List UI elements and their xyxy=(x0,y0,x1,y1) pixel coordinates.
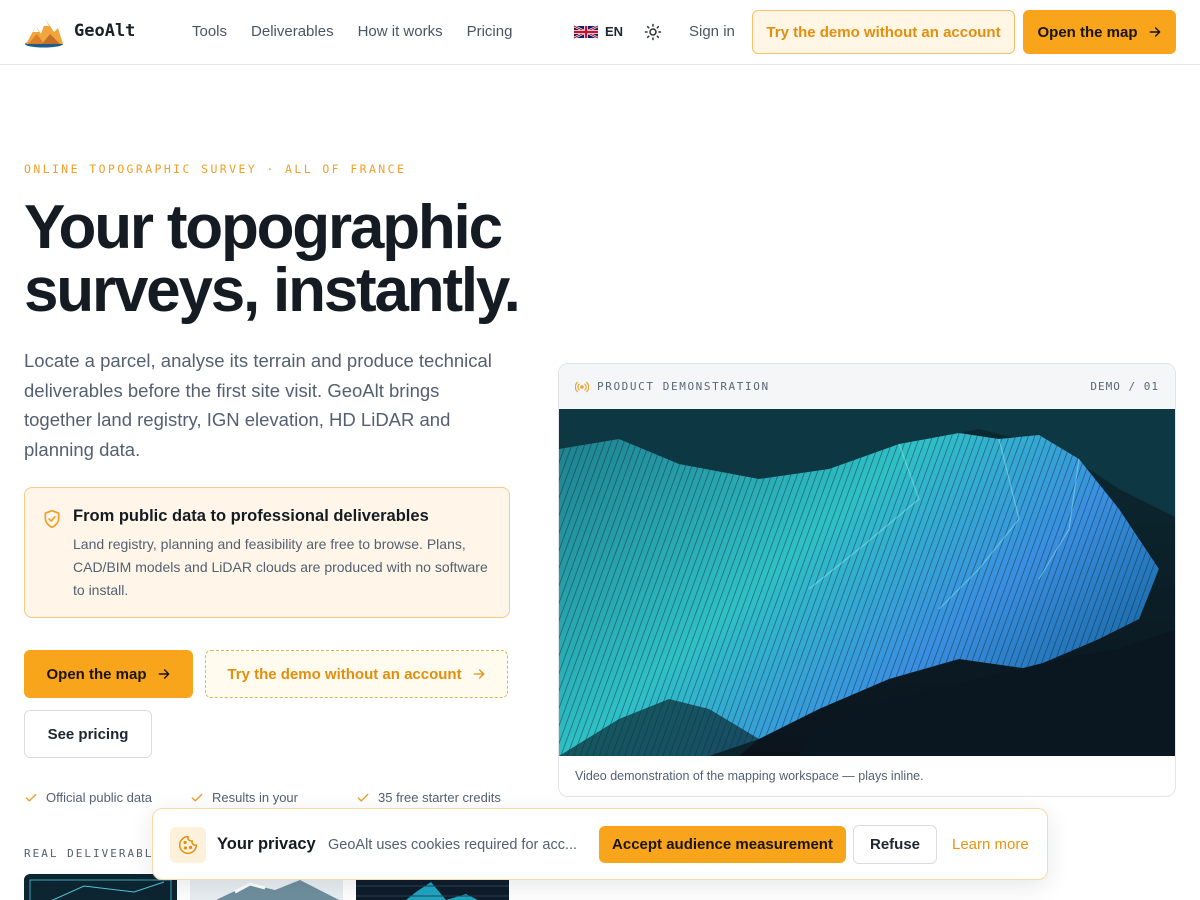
open-map-label: Open the map xyxy=(1037,23,1138,41)
nav-how-it-works[interactable]: How it works xyxy=(358,23,443,40)
feature-callout: From public data to professional deliver… xyxy=(24,487,510,618)
uk-flag-icon xyxy=(574,24,598,39)
check-item: Results in your xyxy=(190,790,356,805)
brand-logo[interactable]: GeoAlt xyxy=(24,14,135,48)
hero-open-map-label: Open the map xyxy=(46,665,147,683)
see-pricing-label: See pricing xyxy=(47,725,129,743)
shield-check-icon xyxy=(44,509,60,529)
check-item-label: 35 free starter credits xyxy=(378,790,501,805)
language-switcher[interactable]: EN xyxy=(574,24,623,39)
learn-more-link[interactable]: Learn more xyxy=(952,836,1029,853)
check-icon xyxy=(357,793,369,802)
arrow-right-icon xyxy=(1149,27,1160,37)
hero-open-map-button[interactable]: Open the map xyxy=(24,650,193,698)
hero-title-line1: Your topographic xyxy=(24,193,503,262)
hero-lead: Locate a parcel, analyse its terrain and… xyxy=(24,350,492,460)
check-item-label: Official public data xyxy=(46,790,152,805)
refuse-cookies-label: Refuse xyxy=(869,836,921,853)
accept-cookies-button[interactable]: Accept audience measurement xyxy=(599,826,846,863)
brand-name: GeoAlt xyxy=(74,21,136,41)
demo-caption: Video demonstration of the mapping works… xyxy=(575,769,924,783)
hero-title: Your topographic surveys, instantly. xyxy=(24,196,544,322)
hero-try-demo-label: Try the demo without an account xyxy=(227,665,462,683)
hero-title-line2: surveys, instantly. xyxy=(24,256,521,325)
sun-icon xyxy=(644,23,662,41)
refuse-cookies-button[interactable]: Refuse xyxy=(853,825,937,864)
arrow-right-icon xyxy=(473,669,484,679)
cookie-banner: Your privacy GeoAlt uses cookies require… xyxy=(152,808,1048,880)
deliverable-thumbnail[interactable] xyxy=(24,874,177,900)
cookie-text: GeoAlt uses cookies required for acc... xyxy=(328,837,578,853)
hero-eyebrow: ONLINE TOPOGRAPHIC SURVEY · ALL OF FRANC… xyxy=(24,162,407,176)
callout-body: Land registry, planning and feasibility … xyxy=(73,536,488,598)
demo-card-header: PRODUCT DEMONSTRATION DEMO / 01 xyxy=(559,364,1175,409)
callout-title: From public data to professional deliver… xyxy=(73,507,429,525)
check-item-label: Results in your xyxy=(212,790,298,805)
check-icon xyxy=(191,793,203,802)
theme-toggle[interactable] xyxy=(644,23,662,46)
check-item: Official public data xyxy=(24,790,190,805)
nav-tools[interactable]: Tools xyxy=(192,23,227,40)
main-nav: Tools Deliverables How it works Pricing xyxy=(192,23,512,40)
try-demo-button[interactable]: Try the demo without an account xyxy=(752,10,1015,54)
site-header: GeoAlt Tools Deliverables How it works P… xyxy=(0,0,1200,65)
try-demo-label: Try the demo without an account xyxy=(766,23,1001,41)
nav-pricing[interactable]: Pricing xyxy=(467,23,513,40)
cookie-title: Your privacy xyxy=(217,835,316,853)
accept-cookies-label: Accept audience measurement xyxy=(612,836,833,853)
broadcast-icon xyxy=(575,381,589,392)
language-label: EN xyxy=(605,24,624,39)
see-pricing-button[interactable]: See pricing xyxy=(24,710,152,758)
product-demo-card: PRODUCT DEMONSTRATION DEMO / 01 Video de… xyxy=(558,363,1176,797)
check-icon xyxy=(25,793,37,802)
arrow-right-icon xyxy=(158,669,169,679)
mountain-logo-icon xyxy=(25,20,63,48)
terrain-video[interactable] xyxy=(559,409,1176,756)
demo-card-label: PRODUCT DEMONSTRATION xyxy=(597,380,770,393)
deliverables-label: REAL DELIVERABLES xyxy=(24,847,171,860)
hero-checklist: Official public data Results in your 35 … xyxy=(24,790,522,805)
sign-in-link[interactable]: Sign in xyxy=(689,23,735,40)
check-item: 35 free starter credits xyxy=(356,790,522,805)
cookie-icon xyxy=(178,835,198,855)
nav-deliverables[interactable]: Deliverables xyxy=(251,23,334,40)
cookie-icon-wrap xyxy=(170,827,206,863)
hero-try-demo-button[interactable]: Try the demo without an account xyxy=(205,650,508,698)
demo-counter: DEMO / 01 xyxy=(1090,380,1159,393)
open-map-button[interactable]: Open the map xyxy=(1023,10,1176,54)
